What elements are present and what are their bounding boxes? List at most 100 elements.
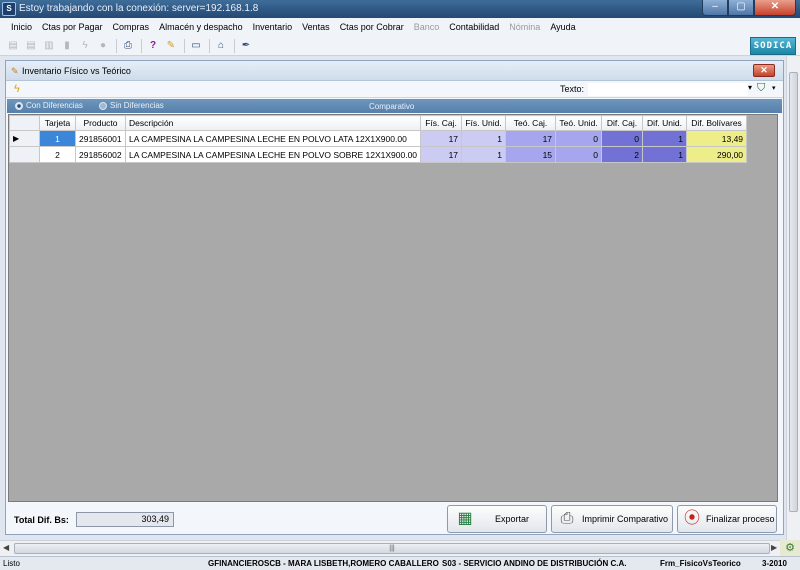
minimize-button[interactable]: – — [702, 0, 728, 16]
total-difference-label: Total Dif. Bs: — [14, 515, 69, 525]
run-icon[interactable]: ϟ — [78, 39, 92, 53]
bank-icon[interactable]: ⌂ — [214, 39, 228, 53]
menu-ayuda[interactable]: Ayuda — [545, 18, 580, 36]
finish-process-button[interactable]: ⦿ Finalizar proceso — [677, 505, 777, 533]
cell-producto[interactable]: 291856001 — [75, 130, 126, 147]
menu-ventas[interactable]: Ventas — [297, 18, 335, 36]
brush-icon[interactable]: ✎ — [164, 39, 178, 53]
record-icon[interactable]: ● — [96, 39, 110, 53]
cell-teo-caj[interactable]: 17 — [505, 130, 557, 147]
cell-descripcion[interactable]: LA CAMPESINA LA CAMPESINA LECHE EN POLVO… — [124, 130, 422, 147]
col-header-tarjeta[interactable]: Tarjeta — [39, 115, 76, 131]
cell-dif-unid[interactable]: 1 — [642, 146, 688, 163]
cell-fis-unid[interactable]: 1 — [461, 130, 507, 147]
window-title: Estoy trabajando con la conexión: server… — [19, 3, 259, 14]
menu-inicio[interactable]: Inicio — [6, 18, 37, 36]
vertical-scrollbar[interactable] — [786, 56, 800, 540]
comparison-grid[interactable]: Tarjeta Producto Descripción Fís. Caj. F… — [8, 114, 778, 502]
help-icon[interactable]: ? — [146, 39, 160, 53]
cell-fis-unid[interactable]: 1 — [461, 146, 507, 163]
form-title: Inventario Físico vs Teórico — [22, 66, 131, 76]
cell-fis-caj[interactable]: 17 — [420, 130, 463, 147]
col-header-fis-unid[interactable]: Fís. Unid. — [461, 115, 507, 131]
connection-plug-icon: ⚙ — [780, 540, 800, 556]
printer-setup-icon[interactable]: ▭ — [189, 39, 203, 53]
radio-sin-diferencias-label: Sin Diferencias — [110, 101, 164, 110]
maximize-button[interactable]: ▢ — [728, 0, 754, 16]
cell-producto[interactable]: 291856002 — [75, 146, 126, 163]
col-header-teo-unid[interactable]: Teó. Unid. — [555, 115, 603, 131]
col-header-dif-caj[interactable]: Dif. Caj. — [601, 115, 644, 131]
radio-con-diferencias[interactable]: Con Diferencias — [15, 101, 83, 110]
export-button[interactable]: ▦ Exportar — [447, 505, 547, 533]
print-icon[interactable]: ⎙ — [121, 39, 135, 53]
cell-teo-unid[interactable]: 0 — [555, 146, 603, 163]
menu-inventario[interactable]: Inventario — [248, 18, 298, 36]
col-header-dif-unid[interactable]: Dif. Unid. — [642, 115, 688, 131]
radio-selected-icon — [15, 101, 23, 110]
cell-dif-bolivares[interactable]: 290,00 — [686, 146, 748, 163]
pen-icon[interactable]: ✒ — [239, 39, 253, 53]
inventory-window: ✎ Inventario Físico vs Teórico ✕ ϟ Texto… — [5, 60, 784, 535]
menu-almacen[interactable]: Almacén y despacho — [154, 18, 248, 36]
cell-fis-caj[interactable]: 17 — [420, 146, 463, 163]
menu-ctas-por-pagar[interactable]: Ctas por Pagar — [37, 18, 108, 36]
traffic-light-icon: ⦿ — [684, 510, 701, 527]
cell-tarjeta[interactable]: 1 — [39, 130, 76, 147]
status-form: Frm_FisicoVsTeorico — [660, 559, 741, 568]
comparison-group-label: Comparativo — [369, 102, 415, 111]
new-icon[interactable]: ▤ — [6, 39, 20, 53]
col-header-descripcion[interactable]: Descripción — [124, 115, 422, 131]
cell-dif-caj[interactable]: 2 — [601, 146, 644, 163]
cell-dif-bolivares[interactable]: 13,49 — [686, 130, 748, 147]
brand-logo: SODICA — [750, 37, 796, 55]
delete-icon[interactable]: ▮ — [60, 39, 74, 53]
table-row[interactable]: 2 291856002 LA CAMPESINA LA CAMPESINA LE… — [9, 146, 748, 163]
close-button[interactable]: ✕ — [754, 0, 796, 16]
print-comparison-button[interactable]: ⎙ Imprimir Comparativo — [551, 505, 673, 533]
vertical-scrollbar-thumb[interactable] — [789, 72, 798, 512]
inventory-window-titlebar: ✎ Inventario Físico vs Teórico ✕ — [6, 61, 783, 81]
col-header-fis-caj[interactable]: Fís. Caj. — [420, 115, 463, 131]
row-header-corner — [9, 115, 40, 131]
form-icon: ✎ — [11, 66, 19, 76]
cell-dif-unid[interactable]: 1 — [642, 130, 688, 147]
col-header-producto[interactable]: Producto — [75, 115, 126, 131]
menu-nomina[interactable]: Nómina — [504, 18, 545, 36]
horizontal-scrollbar-thumb[interactable]: ||| — [14, 543, 770, 554]
toolbar-separator — [141, 38, 142, 53]
menu-ctas-por-cobrar[interactable]: Ctas por Cobrar — [335, 18, 409, 36]
toolbar-separator — [116, 38, 117, 53]
text-filter-input[interactable] — [588, 83, 748, 96]
col-header-teo-caj[interactable]: Teó. Caj. — [505, 115, 557, 131]
print-comparison-button-label: Imprimir Comparativo — [581, 514, 668, 524]
menu-contabilidad[interactable]: Contabilidad — [444, 18, 504, 36]
form-close-button[interactable]: ✕ — [753, 64, 775, 77]
app-icon[interactable]: S — [2, 2, 16, 16]
cell-dif-caj[interactable]: 0 — [601, 130, 644, 147]
scroll-right-icon[interactable]: ▶ — [771, 543, 777, 552]
row-header[interactable] — [9, 146, 40, 163]
cell-tarjeta[interactable]: 2 — [39, 146, 76, 163]
horizontal-scrollbar[interactable]: ◀ ||| ▶ — [0, 540, 780, 556]
cell-descripcion[interactable]: LA CAMPESINA LA CAMPESINA LECHE EN POLVO… — [124, 146, 422, 163]
copy-icon[interactable]: ▥ — [42, 39, 56, 53]
filter-funnel-icon[interactable]: ⛉ — [757, 82, 765, 95]
toolbar: ▤ ▤ ▥ ▮ ϟ ● ⎙ ? ✎ ▭ ⌂ ✒ — [0, 36, 800, 56]
cell-teo-unid[interactable]: 0 — [555, 130, 603, 147]
scroll-left-icon[interactable]: ◀ — [3, 543, 9, 552]
cell-teo-caj[interactable]: 15 — [505, 146, 557, 163]
comparison-table: Tarjeta Producto Descripción Fís. Caj. F… — [9, 115, 748, 163]
chevron-down-icon[interactable]: ▾ — [772, 84, 776, 92]
status-period: 3-2010 — [762, 559, 787, 568]
current-row-indicator-icon[interactable]: ▶ — [9, 130, 40, 147]
menu-bar: Inicio Ctas por Pagar Compras Almacén y … — [0, 18, 800, 36]
lightning-icon[interactable]: ϟ — [14, 83, 20, 95]
save-icon[interactable]: ▤ — [24, 39, 38, 53]
radio-sin-diferencias[interactable]: Sin Diferencias — [99, 101, 164, 110]
menu-compras[interactable]: Compras — [108, 18, 155, 36]
table-row[interactable]: ▶ 1 291856001 LA CAMPESINA LA CAMPESINA … — [9, 130, 748, 147]
text-filter-dropdown-icon[interactable]: ▾ — [748, 83, 752, 92]
col-header-dif-bolivares[interactable]: Dif. Bolívares — [686, 115, 748, 131]
menu-banco[interactable]: Banco — [409, 18, 445, 36]
